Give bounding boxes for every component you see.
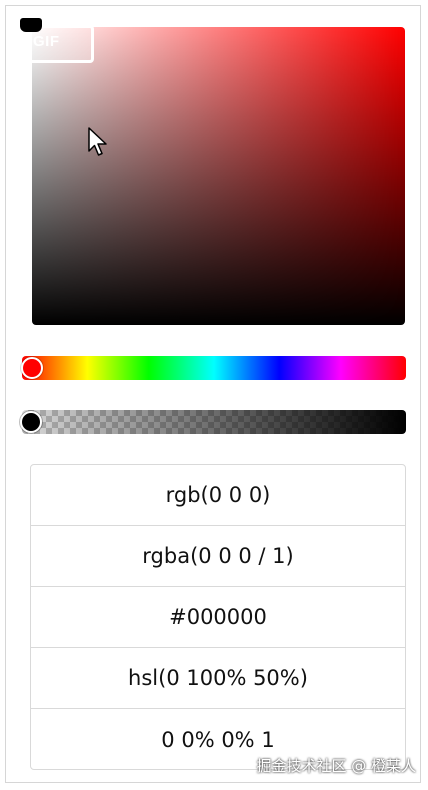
color-values-list: rgb(0 0 0) rgba(0 0 0 / 1) #000000 hsl(0… [30, 464, 406, 770]
hex-value[interactable]: #000000 [31, 587, 405, 648]
hue-slider-track[interactable] [22, 356, 406, 380]
rgb-value[interactable]: rgb(0 0 0) [31, 465, 405, 526]
rgba-value[interactable]: rgba(0 0 0 / 1) [31, 526, 405, 587]
hsl-value[interactable]: hsl(0 100% 50%) [31, 648, 405, 709]
mouse-cursor-icon [88, 127, 107, 156]
saturation-value-panel[interactable] [32, 27, 405, 325]
alpha-slider-thumb[interactable] [20, 411, 42, 433]
gif-watermark-text: GIF [33, 33, 60, 50]
alpha-slider-track[interactable] [22, 410, 406, 434]
saturation-value-handle[interactable] [20, 18, 42, 32]
footer-watermark: 掘金技术社区 @ 橙某人 [256, 757, 416, 775]
hue-slider-thumb[interactable] [21, 357, 43, 379]
